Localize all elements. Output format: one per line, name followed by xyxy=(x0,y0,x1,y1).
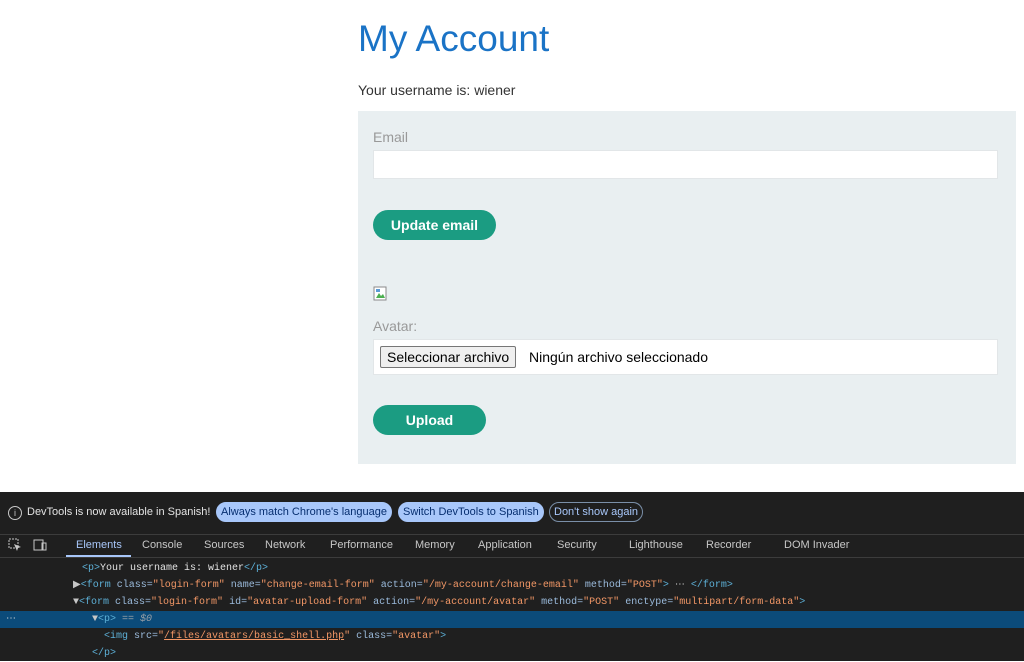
broken-image-icon xyxy=(373,286,387,301)
avatar-file-input[interactable]: Seleccionar archivo Ningún archivo selec… xyxy=(373,339,998,375)
tab-security[interactable]: Security xyxy=(557,539,597,551)
tab-elements[interactable]: Elements xyxy=(76,539,122,551)
update-email-button[interactable]: Update email xyxy=(373,210,496,240)
info-icon: i xyxy=(8,506,22,520)
device-toolbar-icon[interactable] xyxy=(33,538,47,552)
avatar-label: Avatar: xyxy=(373,318,418,334)
dom-node-avatar-upload-form[interactable]: ▼<form class="login-form" id="avatar-upl… xyxy=(0,594,1024,611)
devtools-tabbar: Elements Console Sources Network Perform… xyxy=(0,535,1024,558)
tab-performance[interactable]: Performance xyxy=(330,539,393,551)
dom-node-avatar-img[interactable]: <img src="/files/avatars/basic_shell.php… xyxy=(0,628,1024,645)
tab-dom-invader[interactable]: DOM Invader xyxy=(784,539,849,551)
active-tab-indicator xyxy=(66,555,131,557)
page-title: My Account xyxy=(358,18,550,59)
dom-node-username-p[interactable]: <p>Your username is: wiener</p> xyxy=(0,560,1024,577)
choose-file-button[interactable]: Seleccionar archivo xyxy=(380,346,517,368)
upload-button[interactable]: Upload xyxy=(373,405,486,435)
devtools-panel: i DevTools is now available in Spanish! … xyxy=(0,492,1024,661)
email-label: Email xyxy=(373,129,409,145)
devtools-language-infobar: i DevTools is now available in Spanish! … xyxy=(0,492,1024,535)
avatar-src-link[interactable]: /files/avatars/basic_shell.php xyxy=(164,631,344,642)
always-match-language-button[interactable]: Always match Chrome's language xyxy=(216,502,392,522)
tab-sources[interactable]: Sources xyxy=(204,539,244,551)
dont-show-again-button[interactable]: Don't show again xyxy=(549,502,644,522)
infobar-message: DevTools is now available in Spanish! xyxy=(27,506,211,518)
ellipsis-icon[interactable]: ⋯ xyxy=(669,580,691,591)
dom-node-p-close: </p> xyxy=(92,648,117,659)
account-form-panel: Email Update email Avatar: Seleccionar a… xyxy=(358,111,1016,464)
dom-node-selected-p[interactable]: ⋯ ▼<p> == $0 xyxy=(0,611,1024,628)
tab-memory[interactable]: Memory xyxy=(415,539,455,551)
dom-node-change-email-form[interactable]: ▶<form class="login-form" name="change-e… xyxy=(0,577,1024,594)
account-page: My Account Your username is: wiener Emai… xyxy=(0,0,1024,492)
more-options-icon[interactable]: ⋯ xyxy=(6,614,16,625)
tab-application[interactable]: Application xyxy=(478,539,532,551)
tab-lighthouse[interactable]: Lighthouse xyxy=(629,539,683,551)
username-text: Your username is: wiener xyxy=(358,82,516,98)
switch-to-spanish-button[interactable]: Switch DevTools to Spanish xyxy=(398,502,544,522)
expand-arrow-icon[interactable]: ▶ xyxy=(73,580,81,591)
file-status-text: Ningún archivo seleccionado xyxy=(529,349,708,365)
tab-network[interactable]: Network xyxy=(265,539,305,551)
inspect-element-icon[interactable] xyxy=(8,538,22,552)
tab-recorder[interactable]: Recorder xyxy=(706,539,751,551)
tab-console[interactable]: Console xyxy=(142,539,182,551)
elements-tree: <p>Your username is: wiener</p> ▶<form c… xyxy=(0,558,1024,661)
email-input[interactable] xyxy=(373,150,998,179)
